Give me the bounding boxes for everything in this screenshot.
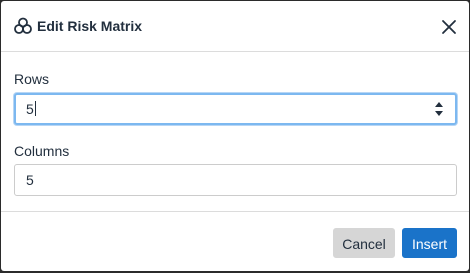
close-icon <box>442 20 456 34</box>
columns-input[interactable]: 5 <box>14 164 457 196</box>
spinner-arrows-icon[interactable] <box>434 100 444 118</box>
edit-risk-matrix-dialog: Edit Risk Matrix Rows 5 Columns 5 Cancel… <box>1 1 469 271</box>
close-button[interactable] <box>437 15 461 39</box>
insert-button[interactable]: Insert <box>402 228 457 258</box>
dialog-header: Edit Risk Matrix <box>1 1 469 52</box>
text-caret <box>34 101 36 116</box>
dialog-body: Rows 5 Columns 5 <box>1 52 469 212</box>
columns-value: 5 <box>26 172 34 188</box>
dialog-footer: Cancel Insert <box>1 211 469 271</box>
risk-matrix-icon <box>14 17 32 34</box>
rows-value: 5 <box>26 101 34 117</box>
cancel-button[interactable]: Cancel <box>333 228 395 258</box>
rows-input[interactable]: 5 <box>14 93 457 125</box>
rows-label: Rows <box>14 71 50 87</box>
dialog-title: Edit Risk Matrix <box>37 18 143 34</box>
columns-label: Columns <box>14 143 70 159</box>
